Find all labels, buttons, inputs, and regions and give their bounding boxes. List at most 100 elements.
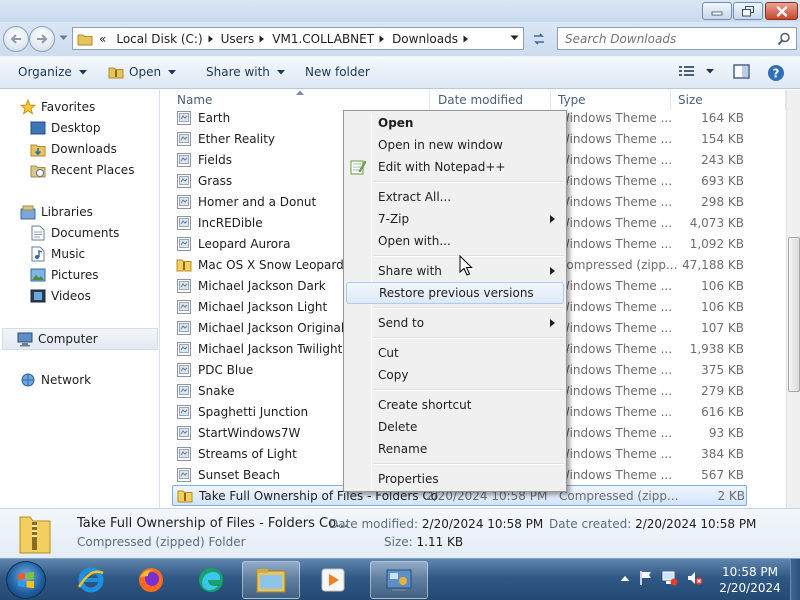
restore-button[interactable]	[733, 2, 763, 20]
share-with-button[interactable]: Share with	[206, 65, 285, 79]
taskbar-control-panel[interactable]	[370, 561, 428, 599]
nav-videos[interactable]: Videos	[30, 287, 91, 305]
menu-item-cut[interactable]: Cut	[346, 342, 564, 364]
taskbar-clock[interactable]: 10:58 PM 2/20/2024	[715, 564, 785, 596]
nav-downloads[interactable]: Downloads	[30, 140, 117, 158]
breadcrumb-user[interactable]: VM1.COLLABNET	[266, 32, 378, 46]
window-titlebar[interactable]	[0, 0, 800, 22]
file-size: 616 KB	[701, 404, 744, 419]
close-button[interactable]	[765, 2, 798, 20]
theme-file-icon	[177, 383, 191, 398]
address-history-dropdown-icon[interactable]	[510, 35, 519, 41]
search-box[interactable]	[557, 27, 797, 50]
back-button[interactable]	[3, 26, 29, 52]
taskbar-edge[interactable]	[182, 561, 240, 599]
breadcrumb-overflow[interactable]: «	[93, 32, 110, 46]
chevron-right-icon[interactable]	[207, 35, 215, 43]
theme-file-icon	[177, 341, 191, 356]
organize-button[interactable]: Organize	[18, 65, 87, 79]
taskbar-internet-explorer[interactable]	[62, 561, 120, 599]
nav-pictures[interactable]: Pictures	[30, 266, 99, 284]
theme-file-icon	[177, 320, 191, 335]
details-view-icon	[679, 66, 694, 76]
nav-desktop[interactable]: Desktop	[30, 119, 101, 137]
column-name-label: Name	[177, 93, 213, 107]
file-size: 47,188 KB	[682, 257, 744, 272]
nav-music[interactable]: Music	[30, 245, 85, 263]
menu-item-rename[interactable]: Rename	[346, 438, 564, 460]
change-view-button[interactable]	[678, 64, 714, 78]
chevron-right-icon[interactable]	[462, 35, 470, 43]
file-size: 4,073 KB	[689, 215, 744, 230]
star-icon	[20, 99, 36, 115]
menu-separator	[374, 307, 564, 309]
taskbar-firefox[interactable]	[122, 561, 180, 599]
scrollbar-thumb[interactable]	[788, 237, 800, 392]
menu-item-send-to[interactable]: Send to	[346, 312, 564, 334]
theme-file-icon	[177, 278, 191, 293]
menu-item-open-with[interactable]: Open with...	[346, 230, 564, 252]
nav-favorites-label: Favorites	[41, 100, 96, 114]
minimize-button[interactable]	[702, 2, 732, 20]
chevron-right-icon[interactable]	[258, 35, 266, 43]
help-button[interactable]: ?	[767, 64, 785, 82]
nav-recent-places[interactable]: Recent Places	[30, 161, 134, 179]
file-type: Windows Theme ...	[558, 152, 673, 167]
menu-item-share-with[interactable]: Share with	[346, 260, 564, 282]
start-button[interactable]	[6, 561, 46, 599]
vertical-scrollbar[interactable]	[786, 90, 800, 508]
search-input[interactable]	[558, 28, 768, 49]
file-size: 1,938 KB	[689, 341, 744, 356]
file-type: Windows Theme ...	[558, 278, 673, 293]
file-type: Windows Theme ...	[558, 320, 673, 335]
nav-documents[interactable]: Documents	[30, 224, 119, 242]
menu-item-7-zip[interactable]: 7-Zip	[346, 208, 564, 230]
show-desktop-button[interactable]	[790, 559, 800, 600]
taskbar-media-player[interactable]	[304, 561, 362, 599]
nav-network[interactable]: Network	[20, 371, 91, 389]
menu-item-properties[interactable]: Properties	[346, 468, 564, 490]
file-size: 298 KB	[701, 194, 744, 209]
menu-item-copy[interactable]: Copy	[346, 364, 564, 386]
action-center-flag-icon[interactable]	[639, 570, 653, 586]
breadcrumb-users[interactable]: Users	[215, 32, 259, 46]
volume-muted-icon[interactable]	[687, 570, 703, 586]
nav-computer[interactable]: Computer	[2, 328, 158, 350]
menu-item-open[interactable]: Open	[346, 112, 564, 134]
date-modified-label: Date modified:	[329, 517, 419, 531]
videos-icon	[30, 288, 46, 304]
address-bar[interactable]: « Local Disk (C:) Users VM1.COLLABNET Do…	[72, 27, 524, 50]
show-hidden-icons-icon[interactable]	[620, 575, 630, 582]
breadcrumb-downloads[interactable]: Downloads	[386, 32, 462, 46]
share-with-label: Share with	[206, 65, 270, 79]
desktop-icon	[30, 120, 46, 136]
preview-pane-button[interactable]	[733, 64, 750, 79]
menu-item-label: Open with...	[378, 234, 451, 248]
nav-documents-label: Documents	[51, 226, 120, 240]
file-type: Windows Theme ...	[558, 194, 673, 209]
open-button[interactable]: Open	[108, 65, 177, 79]
menu-item-restore-previous-versions[interactable]: Restore previous versions	[346, 282, 564, 304]
new-folder-button[interactable]: New folder	[305, 65, 370, 79]
nav-libraries[interactable]: Libraries	[20, 203, 93, 221]
theme-file-icon	[177, 152, 191, 167]
file-size: 567 KB	[701, 467, 744, 482]
taskbar-windows-explorer[interactable]	[242, 561, 300, 599]
nav-favorites[interactable]: Favorites	[20, 98, 95, 116]
forward-button[interactable]	[29, 26, 55, 52]
file-type: Windows Theme ...	[558, 173, 673, 188]
svg-text:?: ?	[773, 67, 780, 81]
menu-item-create-shortcut[interactable]: Create shortcut	[346, 394, 564, 416]
chevron-right-icon[interactable]	[378, 35, 386, 43]
recent-places-icon	[30, 162, 46, 178]
menu-item-edit-with-notepad[interactable]: Edit with Notepad++	[346, 156, 564, 178]
search-icon[interactable]	[777, 32, 791, 46]
menu-item-open-in-new-window[interactable]: Open in new window	[346, 134, 564, 156]
breadcrumb-local-disk[interactable]: Local Disk (C:)	[110, 32, 206, 46]
menu-item-delete[interactable]: Delete	[346, 416, 564, 438]
refresh-button[interactable]	[527, 27, 551, 50]
details-date-modified: Date modified: 2/20/2024 10:58 PM	[329, 517, 543, 531]
recent-pages-dropdown-icon[interactable]	[59, 35, 68, 41]
network-status-icon[interactable]	[662, 570, 678, 586]
menu-item-extract-all[interactable]: Extract All...	[346, 186, 564, 208]
